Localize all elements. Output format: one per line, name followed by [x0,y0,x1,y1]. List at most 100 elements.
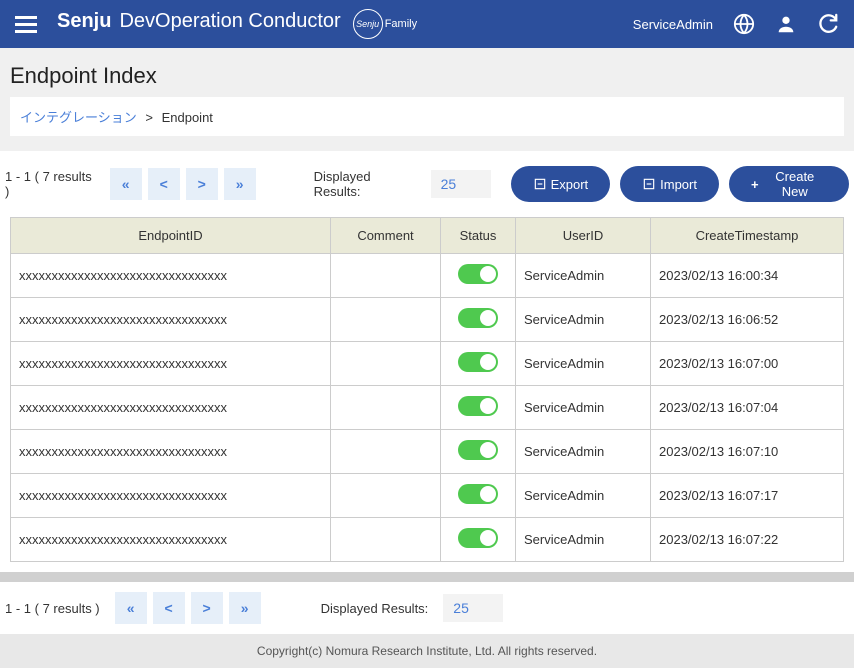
col-created[interactable]: CreateTimestamp [651,218,844,254]
cell-userid: ServiceAdmin [516,254,651,298]
status-toggle[interactable] [458,396,498,416]
current-user: ServiceAdmin [633,17,713,32]
cell-created: 2023/02/13 16:07:04 [651,386,844,430]
pager-next-bottom-icon[interactable]: > [191,592,223,624]
status-toggle[interactable] [458,484,498,504]
plus-icon: + [751,177,759,192]
status-toggle[interactable] [458,308,498,328]
cell-userid: ServiceAdmin [516,342,651,386]
breadcrumb-link-integration[interactable]: インテグレーション [20,110,137,125]
cell-status [441,254,516,298]
brand-rest: DevOperation Conductor [119,10,340,33]
pager-first-bottom-icon[interactable]: « [115,592,147,624]
export-icon [533,177,547,191]
table-row[interactable]: xxxxxxxxxxxxxxxxxxxxxxxxxxxxxxxx ServiceA… [11,430,844,474]
cell-comment [331,254,441,298]
cell-status [441,474,516,518]
cell-userid: ServiceAdmin [516,518,651,562]
col-userid[interactable]: UserID [516,218,651,254]
table-row[interactable]: xxxxxxxxxxxxxxxxxxxxxxxxxxxxxxxx ServiceA… [11,254,844,298]
pager-next-icon[interactable]: > [186,168,218,200]
refresh-icon[interactable] [817,13,839,35]
cell-status [441,298,516,342]
pager-last-bottom-icon[interactable]: » [229,592,261,624]
cell-endpointid: xxxxxxxxxxxxxxxxxxxxxxxxxxxxxxxx [11,386,331,430]
footer: Copyright(c) Nomura Research Institute, … [0,634,854,668]
pager-last-icon[interactable]: » [224,168,256,200]
cell-created: 2023/02/13 16:00:34 [651,254,844,298]
brand-logo: Senju DevOperation Conductor Senju Famil… [57,9,633,39]
pager: « < > » [110,168,256,200]
cell-comment [331,386,441,430]
cell-created: 2023/02/13 16:07:10 [651,430,844,474]
displayed-results-input-bottom[interactable] [443,594,503,622]
cell-userid: ServiceAdmin [516,430,651,474]
table-row[interactable]: xxxxxxxxxxxxxxxxxxxxxxxxxxxxxxxx ServiceA… [11,298,844,342]
cell-comment [331,298,441,342]
table-row[interactable]: xxxxxxxxxxxxxxxxxxxxxxxxxxxxxxxx ServiceA… [11,518,844,562]
table-row[interactable]: xxxxxxxxxxxxxxxxxxxxxxxxxxxxxxxx ServiceA… [11,386,844,430]
cell-userid: ServiceAdmin [516,298,651,342]
page-title: Endpoint Index [10,63,844,89]
pager-prev-icon[interactable]: < [148,168,180,200]
import-icon [642,177,656,191]
table-header-row: EndpointID Comment Status UserID CreateT… [11,218,844,254]
cell-comment [331,474,441,518]
create-new-button[interactable]: +Create New [729,166,849,202]
cell-comment [331,430,441,474]
cell-status [441,430,516,474]
breadcrumb: インテグレーション > Endpoint [10,97,844,136]
import-button[interactable]: Import [620,166,719,202]
cell-status [441,386,516,430]
cell-comment [331,518,441,562]
globe-icon[interactable] [733,13,755,35]
table-row[interactable]: xxxxxxxxxxxxxxxxxxxxxxxxxxxxxxxx ServiceA… [11,342,844,386]
brand-senju: Senju [57,10,111,33]
user-icon[interactable] [775,13,797,35]
cell-endpointid: xxxxxxxxxxxxxxxxxxxxxxxxxxxxxxxx [11,430,331,474]
col-status[interactable]: Status [441,218,516,254]
results-count: 1 - 1 ( 7 results ) [5,169,95,199]
cell-endpointid: xxxxxxxxxxxxxxxxxxxxxxxxxxxxxxxx [11,474,331,518]
pager-first-icon[interactable]: « [110,168,142,200]
cell-endpointid: xxxxxxxxxxxxxxxxxxxxxxxxxxxxxxxx [11,518,331,562]
cell-created: 2023/02/13 16:06:52 [651,298,844,342]
endpoint-table: EndpointID Comment Status UserID CreateT… [10,217,844,562]
brand-family: Senju Family [353,9,417,39]
pager-bottom: « < > » [115,592,261,624]
displayed-results-input[interactable] [431,170,491,198]
cell-userid: ServiceAdmin [516,474,651,518]
status-toggle[interactable] [458,352,498,372]
topbar-right: ServiceAdmin [633,13,839,35]
cell-endpointid: xxxxxxxxxxxxxxxxxxxxxxxxxxxxxxxx [11,342,331,386]
cell-userid: ServiceAdmin [516,386,651,430]
cell-endpointid: xxxxxxxxxxxxxxxxxxxxxxxxxxxxxxxx [11,298,331,342]
table-row[interactable]: xxxxxxxxxxxxxxxxxxxxxxxxxxxxxxxx ServiceA… [11,474,844,518]
hamburger-menu-icon[interactable] [15,16,37,33]
breadcrumb-separator: > [145,110,153,125]
topbar: Senju DevOperation Conductor Senju Famil… [0,0,854,48]
status-toggle[interactable] [458,264,498,284]
divider [0,572,854,582]
col-comment[interactable]: Comment [331,218,441,254]
cell-created: 2023/02/13 16:07:22 [651,518,844,562]
status-toggle[interactable] [458,440,498,460]
cell-status [441,518,516,562]
breadcrumb-current: Endpoint [162,110,213,125]
copyright: Copyright(c) Nomura Research Institute, … [257,644,597,658]
cell-comment [331,342,441,386]
bottom-toolbar: 1 - 1 ( 7 results ) « < > » Displayed Re… [0,582,854,634]
displayed-results-label: Displayed Results: [314,169,416,199]
cell-endpointid: xxxxxxxxxxxxxxxxxxxxxxxxxxxxxxxx [11,254,331,298]
cell-created: 2023/02/13 16:07:17 [651,474,844,518]
status-toggle[interactable] [458,528,498,548]
results-count-bottom: 1 - 1 ( 7 results ) [5,601,100,616]
col-endpointid[interactable]: EndpointID [11,218,331,254]
toolbar: 1 - 1 ( 7 results ) « < > » Displayed Re… [0,151,854,212]
pager-prev-bottom-icon[interactable]: < [153,592,185,624]
page-header: Endpoint Index インテグレーション > Endpoint [0,48,854,151]
cell-created: 2023/02/13 16:07:00 [651,342,844,386]
cell-status [441,342,516,386]
displayed-results-label-bottom: Displayed Results: [321,601,429,616]
export-button[interactable]: Export [511,166,611,202]
